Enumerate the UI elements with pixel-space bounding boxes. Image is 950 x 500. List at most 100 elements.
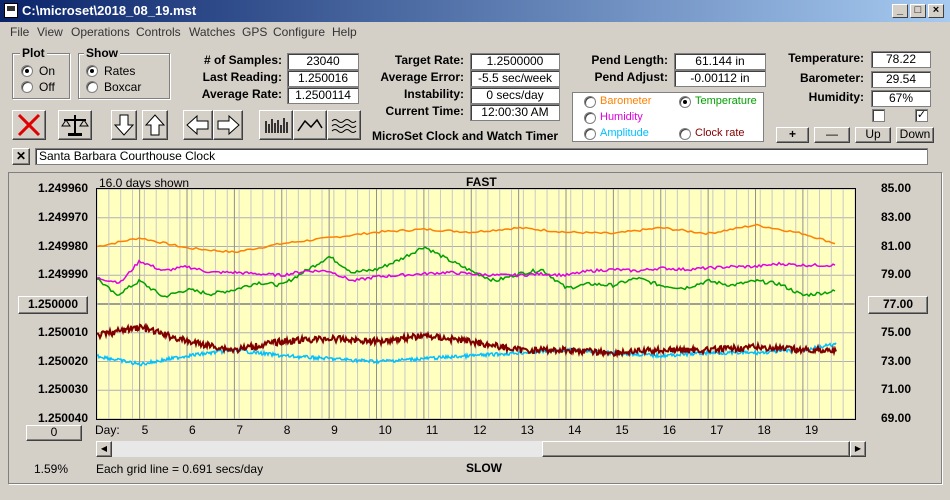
- scale-up-button[interactable]: Up: [855, 127, 891, 143]
- show-rates-label: Rates: [104, 64, 136, 78]
- slow-label: SLOW: [466, 461, 502, 475]
- menu-view[interactable]: View: [37, 25, 63, 39]
- sensor-humidity-radio[interactable]: [584, 112, 596, 124]
- left-axis-tick: 1.250040: [37, 411, 88, 425]
- show-group-title: Show: [84, 46, 120, 60]
- clear-note-button[interactable]: ✕: [12, 148, 30, 165]
- left-checkbox[interactable]: [872, 109, 885, 122]
- menu-file[interactable]: File: [10, 25, 29, 39]
- chart-scrollbar[interactable]: ◀ ▶: [96, 441, 866, 457]
- sensor-barometer-label: Barometer: [600, 95, 652, 107]
- scale-down-button[interactable]: Down: [896, 127, 934, 143]
- chart-svg: [96, 188, 856, 420]
- scroll-right-button[interactable]: ▶: [850, 441, 866, 457]
- scale-plus-button[interactable]: +: [776, 127, 809, 143]
- right-axis-tick: 69.00: [880, 411, 912, 425]
- scale-minus-button[interactable]: —: [814, 127, 850, 143]
- show-boxcar-label: Boxcar: [104, 80, 142, 94]
- show-boxcar-radio[interactable]: [86, 81, 98, 93]
- bar-graph-icon: [265, 118, 288, 133]
- right-axis-tick: 79.00: [880, 267, 912, 282]
- sensor-humidity-label: Humidity: [600, 111, 643, 123]
- sensor-amplitude-radio[interactable]: [584, 128, 596, 140]
- right-axis-tick: 81.00: [880, 238, 912, 253]
- plot-on-label: On: [39, 64, 56, 78]
- instability-field: 0 secs/day: [470, 87, 560, 104]
- menu-gps[interactable]: GPS: [242, 25, 267, 39]
- show-rates-radio[interactable]: [86, 65, 98, 77]
- plot-on-radio[interactable]: [21, 65, 33, 77]
- humidity-field: 67%: [871, 90, 931, 107]
- down-arrow-button[interactable]: [111, 110, 137, 140]
- menu-operations[interactable]: Operations: [71, 25, 130, 39]
- app-icon: [4, 3, 18, 18]
- current-time-field: 12:00:30 AM: [470, 104, 560, 121]
- up-arrow-button[interactable]: [142, 110, 168, 140]
- menu-help[interactable]: Help: [332, 25, 357, 39]
- sensor-temperature-radio[interactable]: [679, 96, 691, 108]
- balance-button[interactable]: [58, 110, 92, 140]
- left-axis-tick: 1.249980: [37, 238, 88, 253]
- x-axis-tick: 19: [804, 423, 819, 437]
- x-axis-tick: 6: [189, 423, 196, 437]
- left-bottom-button[interactable]: 0: [26, 425, 82, 441]
- x-axis-tick: 15: [615, 423, 629, 437]
- pend-adjust-label: Pend Adjust:: [594, 70, 668, 84]
- sensor-clock-rate-label: Clock rate: [695, 127, 745, 139]
- sensor-amplitude-label: Amplitude: [600, 127, 649, 139]
- stop-button[interactable]: [12, 110, 46, 140]
- right-center-button[interactable]: 77.00: [868, 296, 928, 314]
- right-axis-tick: 85.00: [880, 181, 912, 195]
- average-rate-label: Average Rate:: [201, 87, 282, 101]
- arrow-down-icon: [113, 114, 135, 136]
- fast-label: FAST: [466, 175, 497, 189]
- left-axis-tick: 1.250020: [37, 353, 88, 368]
- x-axis-tick: 12: [473, 423, 487, 437]
- bar-graph-button[interactable]: [259, 110, 293, 140]
- average-error-field: -5.5 sec/week: [470, 70, 560, 87]
- left-axis-tick: 1.249970: [37, 209, 88, 224]
- sensor-temperature-label: Temperature: [695, 95, 757, 107]
- target-rate-label: Target Rate:: [394, 53, 464, 67]
- line-graph-button[interactable]: [293, 110, 327, 140]
- maximize-button[interactable]: □: [910, 4, 926, 18]
- scroll-left-button[interactable]: ◀: [96, 441, 112, 457]
- left-axis-tick: 1.249960: [37, 181, 88, 195]
- minimize-button[interactable]: _: [892, 4, 908, 18]
- x-axis-tick: 18: [757, 423, 771, 437]
- close-window-button[interactable]: ×: [928, 4, 944, 18]
- barometer-field: 29.54: [871, 71, 931, 88]
- scroll-thumb[interactable]: [542, 441, 850, 457]
- pend-length-field[interactable]: 61.144 in: [674, 53, 766, 70]
- right-arrow-button[interactable]: [213, 110, 243, 140]
- product-title: MicroSet Clock and Watch Timer: [372, 129, 559, 143]
- target-rate-field[interactable]: 1.2500000: [470, 53, 560, 70]
- pend-adjust-field: -0.00112 in: [674, 70, 766, 87]
- plot-off-radio[interactable]: [21, 81, 33, 93]
- line-graph-icon: [297, 118, 323, 132]
- x-axis-tick: 5: [141, 423, 149, 437]
- left-arrow-button[interactable]: [183, 110, 213, 140]
- note-field[interactable]: Santa Barbara Courthouse Clock: [35, 148, 928, 165]
- menu-configure[interactable]: Configure: [273, 25, 325, 39]
- x-axis-tick: 14: [568, 423, 582, 437]
- menu-watches[interactable]: Watches: [189, 25, 235, 39]
- x-axis-tick: 17: [710, 423, 724, 437]
- percent-label: 1.59%: [34, 462, 69, 476]
- temperature-field: 78.22: [871, 51, 931, 68]
- menu-controls[interactable]: Controls: [136, 25, 181, 39]
- wave-graph-button[interactable]: [327, 110, 361, 140]
- plot-group-title: Plot: [20, 46, 47, 60]
- sensor-clock-rate-radio[interactable]: [679, 128, 691, 140]
- samples-label: # of Samples:: [203, 53, 282, 67]
- x-axis-tick: 13: [520, 423, 534, 437]
- left-axis-tick: 1.250030: [37, 382, 88, 397]
- average-error-label: Average Error:: [380, 70, 464, 84]
- balance-scale-icon: [61, 115, 89, 136]
- sensor-barometer-radio[interactable]: [584, 96, 596, 108]
- x-axis-tick: 10: [378, 423, 392, 437]
- right-checkbox[interactable]: ✓: [915, 109, 928, 122]
- left-center-button[interactable]: 1.250000: [18, 296, 88, 314]
- plot-area: [96, 188, 856, 420]
- wave-graph-icon: [331, 119, 357, 133]
